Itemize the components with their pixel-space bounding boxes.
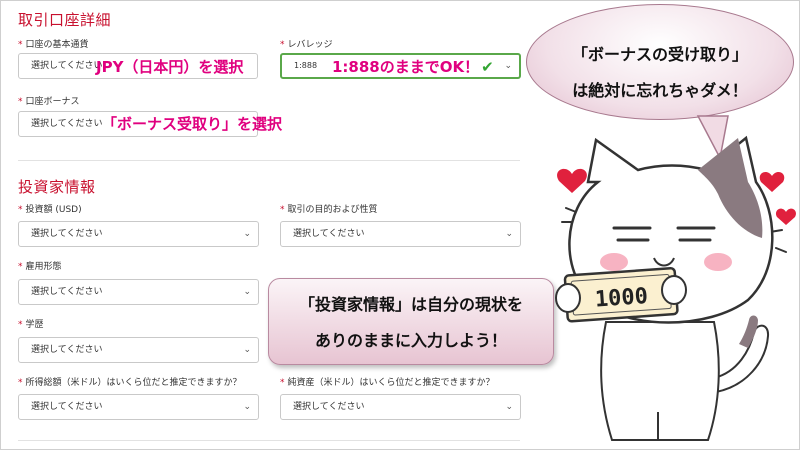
employment-value: 選択してください <box>31 287 103 297</box>
cat-body <box>600 321 720 441</box>
education-label: * 学歴 <box>18 320 44 330</box>
heart-icon <box>775 208 797 225</box>
annual-income-select[interactable]: 選択してください ⌄ <box>18 394 259 420</box>
chevron-down-icon: ⌄ <box>505 229 513 239</box>
investor-info-title: 投資家情報 <box>18 178 96 196</box>
base-currency-value: 選択してください <box>31 61 103 71</box>
heart-icon <box>759 171 785 192</box>
investment-amount-select[interactable]: 選択してください ⌄ <box>18 221 259 247</box>
chevron-down-icon: ⌄ <box>505 402 513 412</box>
checkmark-icon: ✔ <box>481 58 494 76</box>
chevron-down-icon: ⌄ <box>243 229 251 239</box>
employment-label: * 雇用形態 <box>18 262 62 272</box>
callout-line-1: 「投資家情報」は自分の現状を <box>298 295 523 314</box>
speech-line-2: は絶対に忘れちゃダメ！ <box>572 81 748 100</box>
currency-annotation: JPY（日本円）を選択 <box>96 58 244 76</box>
chevron-down-icon: ⌄ <box>243 287 251 297</box>
money-card-amount: 1000 <box>594 284 649 313</box>
money-card: 1000 <box>563 267 679 323</box>
chevron-down-icon: ⌄ <box>243 402 251 412</box>
trading-purpose-label: * 取引の目的および性質 <box>280 205 378 215</box>
annual-income-value: 選択してください <box>31 402 103 412</box>
base-currency-label: * 口座の基本通貨 <box>18 40 89 50</box>
net-assets-value: 選択してください <box>293 402 365 412</box>
chevron-down-icon: ⌄ <box>243 345 251 355</box>
speech-bubble: 「ボーナスの受け取り」 は絶対に忘れちゃダメ！ <box>526 4 794 120</box>
heart-icon <box>557 168 587 193</box>
trading-purpose-value: 選択してください <box>293 229 365 239</box>
trading-purpose-select[interactable]: 選択してください ⌄ <box>280 221 521 247</box>
bonus-annotation: 「ボーナス受取り」を選択 <box>102 115 283 133</box>
cat-left-cheek <box>600 253 628 271</box>
net-assets-label: * 純資産（米ドル）はいくら位だと推定できますか？ <box>280 378 495 388</box>
annual-income-label: * 所得総額（米ドル）はいくら位だと推定できますか？ <box>18 378 242 388</box>
leverage-value: 1:888 <box>294 61 318 70</box>
cat-right-paw <box>661 275 687 305</box>
section-divider <box>18 160 520 161</box>
section-divider-bottom <box>18 440 520 441</box>
cat-right-cheek <box>704 253 732 271</box>
leverage-annotation: 1:888のままでOK！ ✔ <box>332 58 494 76</box>
investor-info-callout: 「投資家情報」は自分の現状を ありのままに入力しよう！ <box>268 278 554 365</box>
account-bonus-value: 選択してください <box>31 119 103 129</box>
leverage-label: * レバレッジ <box>280 40 333 50</box>
employment-select[interactable]: 選択してください ⌄ <box>18 279 259 305</box>
investment-amount-value: 選択してください <box>31 229 103 239</box>
education-value: 選択してください <box>31 345 103 355</box>
callout-line-2: ありのままに入力しよう！ <box>314 331 507 350</box>
account-details-title: 取引口座詳細 <box>18 11 112 29</box>
speech-line-1: 「ボーナスの受け取り」 <box>571 45 748 64</box>
cat-tail <box>712 324 770 394</box>
account-bonus-label: * 口座ボーナス <box>18 97 80 107</box>
investment-amount-label: * 投資額 (USD) <box>18 205 82 215</box>
net-assets-select[interactable]: 選択してください ⌄ <box>280 394 521 420</box>
chevron-down-icon: ⌄ <box>504 61 512 71</box>
cat-mascot-illustration: 1000 <box>555 115 797 441</box>
education-select[interactable]: 選択してください ⌄ <box>18 337 259 363</box>
cat-left-paw <box>555 283 581 313</box>
